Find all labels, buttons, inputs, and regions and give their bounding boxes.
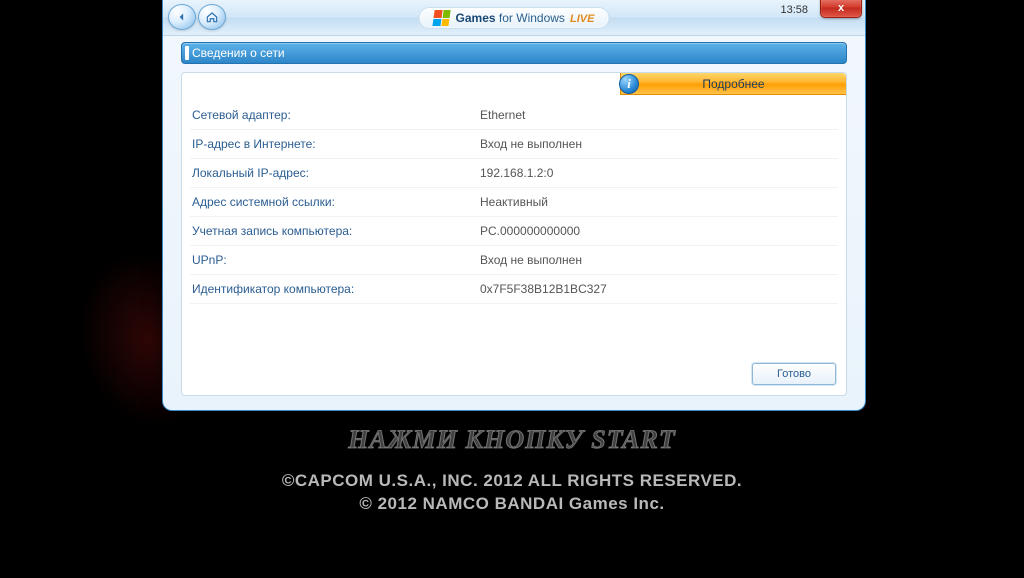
copyright-block: ©CAPCOM U.S.A., INC. 2012 ALL RIGHTS RES… <box>282 470 742 516</box>
row-label: Сетевой адаптер: <box>190 108 480 122</box>
table-row: Локальный IP-адрес:192.168.1.2:0 <box>190 159 838 188</box>
back-button[interactable] <box>168 4 196 30</box>
details-tab[interactable]: i Подробнее <box>620 73 846 95</box>
titlebar: Games for Windows LIVE 13:58 x <box>162 0 866 36</box>
row-label: Учетная запись компьютера: <box>190 224 480 238</box>
gfwl-overlay-window: Games for Windows LIVE 13:58 x Сведения … <box>162 0 866 411</box>
brand-pill: Games for Windows LIVE <box>419 7 610 29</box>
table-row: IP-адрес в Интернете:Вход не выполнен <box>190 130 838 159</box>
copyright-line-2: © 2012 NAMCO BANDAI Games Inc. <box>282 493 742 516</box>
row-label: Идентификатор компьютера: <box>190 282 480 296</box>
section-title: Сведения о сети <box>192 46 285 60</box>
row-value: Неактивный <box>480 195 548 209</box>
row-value: Вход не выполнен <box>480 253 582 267</box>
table-row: UPnP:Вход не выполнен <box>190 246 838 275</box>
row-value: 192.168.1.2:0 <box>480 166 553 180</box>
network-info-table: Сетевой адаптер:Ethernet IP-адрес в Инте… <box>190 101 838 304</box>
table-row: Сетевой адаптер:Ethernet <box>190 101 838 130</box>
details-label: Подробнее <box>702 77 764 91</box>
arrow-left-icon <box>175 10 189 24</box>
home-icon <box>205 10 219 24</box>
row-value: Вход не выполнен <box>480 137 582 151</box>
brand-text: Games for Windows LIVE <box>456 11 595 25</box>
row-label: IP-адрес в Интернете: <box>190 137 480 151</box>
row-label: Адрес системной ссылки: <box>190 195 480 209</box>
press-start-text: НАЖМИ КНОПКУ START <box>348 425 676 455</box>
done-button[interactable]: Готово <box>752 363 836 385</box>
table-row: Идентификатор компьютера:0x7F5F38B12B1BC… <box>190 275 838 304</box>
table-row: Учетная запись компьютера:PC.00000000000… <box>190 217 838 246</box>
info-icon: i <box>619 74 639 94</box>
copyright-line-1: ©CAPCOM U.S.A., INC. 2012 ALL RIGHTS RES… <box>282 470 742 493</box>
row-label: UPnP: <box>190 253 480 267</box>
nav-buttons <box>168 4 226 30</box>
close-button[interactable]: x <box>820 0 862 18</box>
home-button[interactable] <box>198 4 226 30</box>
section-header: Сведения о сети <box>181 42 847 64</box>
row-value: PC.000000000000 <box>480 224 580 238</box>
row-value: 0x7F5F38B12B1BC327 <box>480 282 607 296</box>
table-row: Адрес системной ссылки:Неактивный <box>190 188 838 217</box>
windows-logo-icon <box>432 10 450 26</box>
content-panel: i Подробнее Сетевой адаптер:Ethernet IP-… <box>181 72 847 396</box>
clock: 13:58 <box>780 4 808 16</box>
row-label: Локальный IP-адрес: <box>190 166 480 180</box>
row-value: Ethernet <box>480 108 525 122</box>
